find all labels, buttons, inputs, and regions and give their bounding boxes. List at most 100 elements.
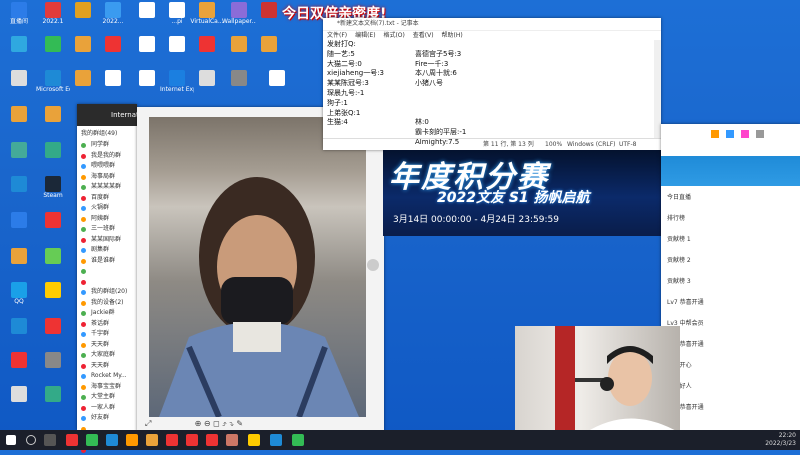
desktop-icon-3[interactable]: [66, 2, 100, 18]
desktop-icon-row2-7[interactable]: [190, 36, 224, 52]
clock[interactable]: 22:20 2022/3/23: [765, 432, 796, 448]
browser-icon[interactable]: [66, 434, 78, 446]
desktop-icon-col-10[interactable]: [36, 248, 70, 264]
desktop-icon-row2-3[interactable]: [66, 36, 100, 52]
chat-list-item[interactable]: 火锅群: [77, 203, 137, 214]
wechat-icon[interactable]: [292, 434, 304, 446]
chat-list-item[interactable]: 喂喂喂群: [77, 161, 137, 172]
desktop-icon-col-17[interactable]: [2, 386, 36, 402]
menu-help[interactable]: 帮助(H): [442, 32, 463, 39]
desktop-icon-col-4[interactable]: [36, 142, 70, 158]
desktop-icon-row3-9[interactable]: [260, 70, 294, 86]
netease-icon[interactable]: [206, 434, 218, 446]
chat-list-item[interactable]: 海事宝宝群: [77, 382, 137, 393]
desktop-icon-col-3[interactable]: [2, 142, 36, 158]
desktop-icon-5[interactable]: [130, 2, 164, 18]
chrome-icon[interactable]: [126, 434, 138, 446]
notepad-window[interactable]: *新建文本文档(7).txt - 记事本 文件(F) 编辑(E) 格式(O) 查…: [323, 18, 661, 150]
steam-shortcut[interactable]: Steam: [36, 176, 70, 199]
desktop-icon-col-12[interactable]: [36, 282, 70, 298]
chat-list-item[interactable]: 茶话群: [77, 319, 137, 330]
chat-list-item[interactable]: 同学群: [77, 140, 137, 151]
chat-list-item[interactable]: 好友群: [77, 413, 137, 424]
chat-list-item[interactable]: 某某某某群: [77, 182, 137, 193]
desktop-icon-row3-4[interactable]: [96, 70, 130, 86]
desktop-icon-col-1[interactable]: [2, 106, 36, 122]
app-icon[interactable]: [248, 434, 260, 446]
menu-edit[interactable]: 编辑(E): [355, 32, 375, 39]
desktop-icon-7[interactable]: VirtualCa...: [190, 2, 224, 25]
desktop-icon-row2-4[interactable]: [96, 36, 130, 52]
toolbar-icons[interactable]: [711, 130, 781, 138]
desktop-icon-row2-5[interactable]: [130, 36, 164, 52]
notepad-scrollbar[interactable]: [654, 40, 661, 138]
folder-icon[interactable]: [146, 434, 158, 446]
desktop-icon-row2-9[interactable]: [252, 36, 286, 52]
desktop-icon-col-5[interactable]: [2, 176, 36, 192]
desktop-icon-col-2[interactable]: [36, 106, 70, 122]
chat-list-item[interactable]: 天天群: [77, 340, 137, 351]
chat-list-item[interactable]: 我的群组(20): [77, 287, 137, 298]
chat-list-item[interactable]: [77, 277, 137, 288]
desktop-icon-col-8[interactable]: [36, 212, 70, 228]
task-view-icon[interactable]: [44, 434, 56, 446]
desktop-icon-col-13[interactable]: [2, 318, 36, 334]
desktop-icon-8[interactable]: Wallpaper...: [222, 2, 256, 25]
chat-list-item[interactable]: 谁是谁群: [77, 256, 137, 267]
desktop-icon-9[interactable]: [252, 2, 286, 18]
qq-shortcut[interactable]: QQ: [2, 282, 36, 305]
search-icon[interactable]: [26, 435, 36, 445]
desktop-icon-row3-8[interactable]: [222, 70, 256, 86]
heart-icon[interactable]: [741, 130, 749, 138]
live-room-row[interactable]: 贡献榜 2: [667, 255, 691, 264]
netease-icon[interactable]: [186, 434, 198, 446]
chat-list-item[interactable]: 三一班群: [77, 224, 137, 235]
chat-list-item[interactable]: [77, 266, 137, 277]
menu-icon[interactable]: [756, 130, 764, 138]
edge-icon-shortcut[interactable]: Microsoft Edge: [36, 70, 70, 93]
desktop-icon-row3-1[interactable]: [2, 70, 36, 86]
desktop-icon-row2-1[interactable]: [2, 36, 36, 52]
notepad-text-area[interactable]: 发射打Q:随一艺:5大猫二号:0xiejiaheng一号:3某某陈冠号:3琛晨九…: [327, 40, 653, 138]
chat-section-header[interactable]: 我的群组(49): [77, 126, 137, 140]
desktop-icon-col-9[interactable]: [2, 248, 36, 264]
desktop-icon-col-7[interactable]: [2, 212, 36, 228]
live-room-row[interactable]: 贡献榜 3: [667, 276, 691, 285]
desktop-icon-col-16[interactable]: [36, 352, 70, 368]
chat-list-item[interactable]: 我是我的群: [77, 151, 137, 162]
app-icon[interactable]: [166, 434, 178, 446]
chat-list-item[interactable]: Rocket My...: [77, 371, 137, 382]
chat-list-item[interactable]: 海事局群: [77, 172, 137, 183]
desktop-icon-col-15[interactable]: [2, 352, 36, 368]
desktop-icon-row3-5[interactable]: [130, 70, 164, 86]
menu-format[interactable]: 格式(O): [383, 32, 404, 39]
edge-icon[interactable]: [106, 434, 118, 446]
chat-list-item[interactable]: 天天群: [77, 361, 137, 372]
chat-list-item[interactable]: 千宇群: [77, 329, 137, 340]
live-room-row[interactable]: Lv7 恭喜开通: [667, 297, 704, 306]
desktop-icon-4[interactable]: 2022...: [96, 2, 130, 25]
desktop-icon-col-14[interactable]: [36, 318, 70, 334]
chat-list-item[interactable]: 一家人群: [77, 403, 137, 414]
chat-list-item[interactable]: 我的设备(2): [77, 298, 137, 309]
chat-list-item[interactable]: 某某国际群: [77, 235, 137, 246]
start-icon[interactable]: [6, 435, 16, 445]
next-arrow-button[interactable]: [367, 259, 379, 271]
desktop-icon-1[interactable]: 直播间: [2, 2, 36, 25]
desktop-icon-6[interactable]: ...pi: [160, 2, 194, 25]
chat-list-item[interactable]: 百度群: [77, 193, 137, 204]
photo-viewer-window[interactable]: ⤢ ⊕ ⊖ ◻ ⤴ ⤵ ✎: [137, 107, 384, 432]
desktop-icon-col-18[interactable]: [36, 386, 70, 402]
desktop-icon-row2-2[interactable]: [36, 36, 70, 52]
live-room-row[interactable]: 贡献榜 1: [667, 234, 691, 243]
chat-list-item[interactable]: 阿姨群: [77, 214, 137, 225]
chat-list-item[interactable]: 大家庭群: [77, 350, 137, 361]
live-room-row[interactable]: 今日直播: [667, 192, 691, 201]
menu-file[interactable]: 文件(F): [327, 32, 347, 39]
desktop-icon-row3-7[interactable]: [190, 70, 224, 86]
ie-shortcut[interactable]: Internet Explorer: [160, 70, 194, 93]
chat-list-item[interactable]: 剧集群: [77, 245, 137, 256]
live-room-row[interactable]: 排行榜: [667, 213, 685, 222]
app-icon[interactable]: [270, 434, 282, 446]
chat-app-window[interactable]: International 我的群组(49) 同学群我是我的群喂喂喂群海事局群某…: [77, 104, 137, 430]
